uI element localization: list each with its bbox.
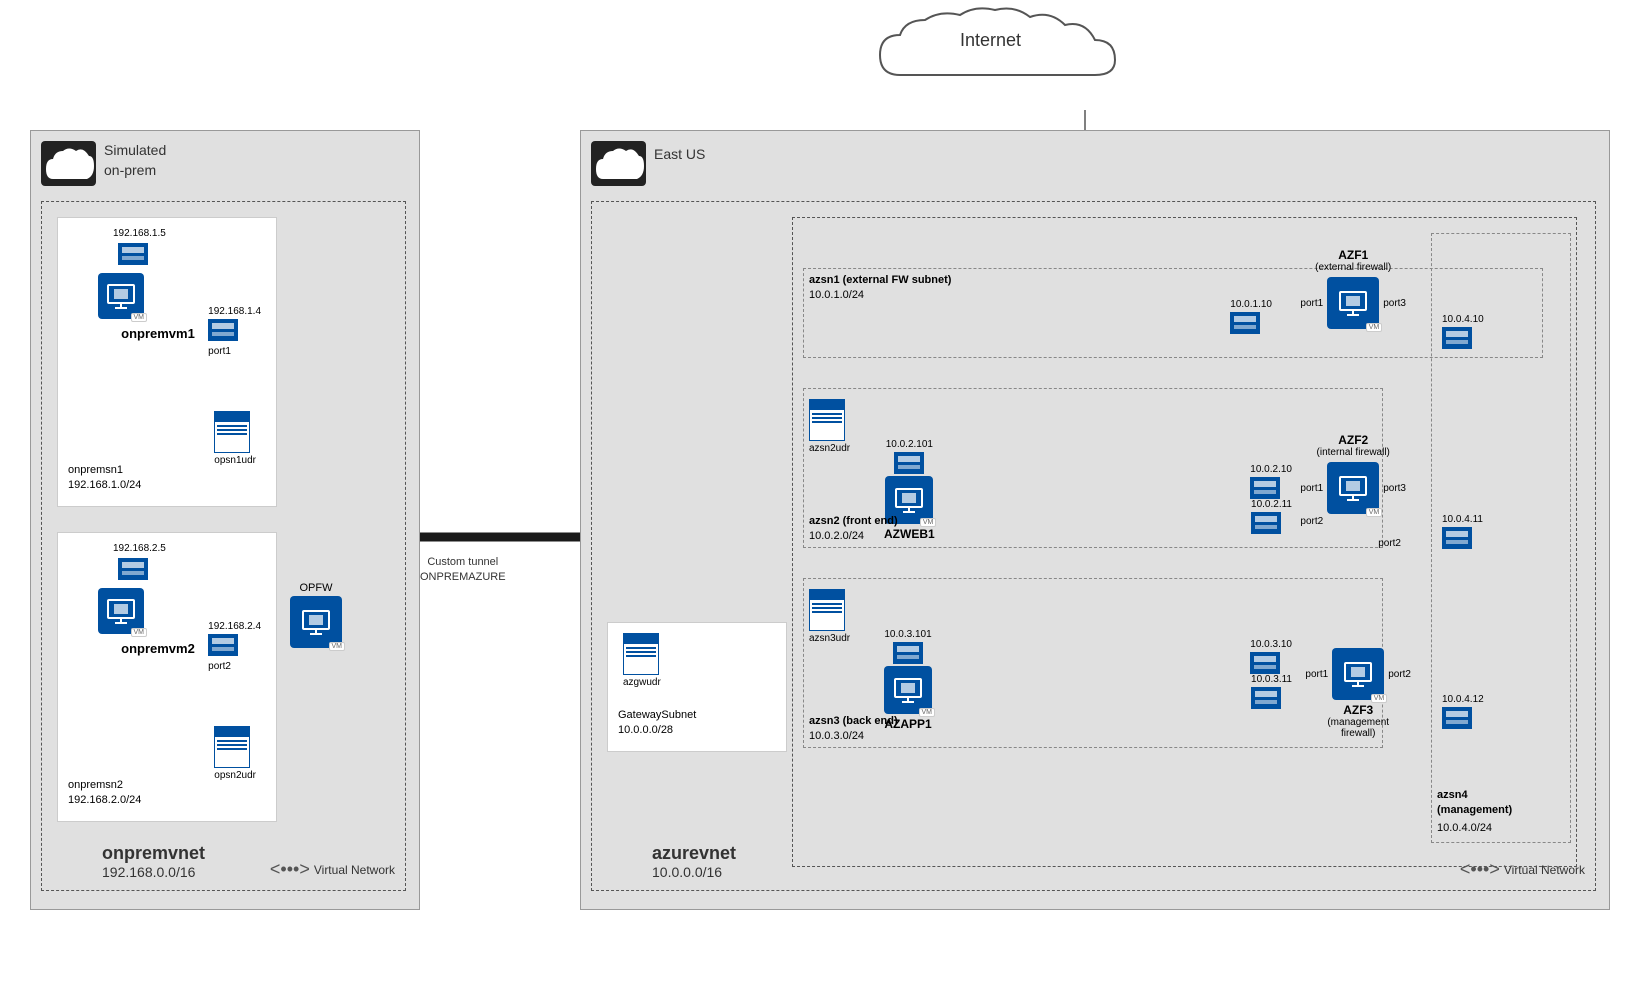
vm2-ip-label: 192.168.2.5 — [113, 543, 166, 554]
onpremsn1-label: onpremsn1 — [68, 464, 123, 476]
opfw-label-above: OPFW VM — [290, 582, 342, 648]
azsn1-cidr: 10.0.1.0/24 — [809, 289, 864, 301]
azf3-area: port1 VM port2 AZF3 — [1305, 648, 1411, 739]
vm1-nic-port1: 192.168.1.4 port1 — [208, 306, 261, 357]
onpremvnet-type: <•••> Virtual Network — [270, 859, 395, 880]
azsn3-name: azsn3 (back end) — [809, 715, 898, 727]
gateway-subnet-name: GatewaySubnet — [618, 709, 696, 721]
gateway-subnet-box: azgwudr GatewaySubnet 10.0.0.0/28 — [607, 622, 787, 752]
onpremvnet-box: onpremvnet 192.168.0.0/16 <•••> Virtual … — [41, 201, 406, 891]
azweb1-label: AZWEB1 — [884, 527, 935, 541]
vm2-top-nic — [118, 558, 148, 583]
azsn2-nic1: 10.0.2.10 — [1250, 464, 1292, 502]
onpremvm2-icon: VM — [98, 588, 144, 634]
internet-label: Internet — [960, 30, 1021, 51]
onpremvnet-name: onpremvnet 192.168.0.0/16 — [102, 843, 205, 880]
azsn2-nic2: 10.0.2.11 — [1251, 499, 1292, 537]
azsn4-nic1: 10.0.4.10 — [1442, 314, 1484, 352]
azf2-area: AZF2 (internal firewall) port1 VM — [1300, 433, 1406, 527]
left-cloud-icon — [41, 141, 96, 189]
onpremsn2-cidr: 192.168.2.0/24 — [68, 794, 141, 806]
azsn3-cidr: 10.0.3.0/24 — [809, 730, 864, 742]
azsn3-nic1: 10.0.3.10 — [1250, 639, 1292, 677]
azurevnet-box: azurevnet 10.0.0.0/16 <•••> Virtual Netw… — [591, 201, 1596, 891]
azsn4-nic3: 10.0.4.12 — [1442, 694, 1484, 732]
azsn4-cidr: 10.0.4.0/24 — [1437, 822, 1492, 834]
azsn4-name: azsn4(management) — [1437, 788, 1512, 817]
diagram-container: Internet Public IP Simulated on-prem onp… — [0, 0, 1639, 1000]
vm2-nic-port2: 192.168.2.4 port2 — [208, 621, 261, 672]
vm1-top-nic — [118, 243, 148, 268]
azsn1-nic: 10.0.1.10 — [1230, 299, 1272, 337]
azf2-port2-label: port2 — [1378, 538, 1401, 549]
left-region: Simulated on-prem onpremvnet 192.168.0.0… — [30, 130, 420, 910]
opsn1udr-icon: opsn1udr — [214, 411, 256, 466]
onpremsn1-cidr: 192.168.1.0/24 — [68, 479, 141, 491]
azsn2udr-icon: azsn2udr — [809, 399, 850, 454]
azsn3-nic2: 10.0.3.11 — [1251, 674, 1292, 712]
azurevnet-name: azurevnet 10.0.0.0/16 — [652, 843, 736, 880]
subnet1-box: 192.168.1.5 — [57, 217, 277, 507]
right-region-label: East US — [654, 141, 705, 162]
tunnel-label: Custom tunnel ONPREMAZURE — [420, 555, 506, 586]
subnet2-box: 192.168.2.5 — [57, 532, 277, 822]
azsn3-area: azsn3udr 10.0.3.101 — [803, 578, 1383, 748]
internet-cloud: Internet — [860, 5, 1200, 115]
left-region-label: Simulated on-prem — [104, 141, 166, 180]
azsn3udr-icon: azsn3udr — [809, 589, 850, 644]
azf1-area: AZF1 (external firewall) port1 VM — [1300, 248, 1406, 329]
vm1-ip-label: 192.168.1.5 — [113, 228, 166, 239]
right-region: East US azurevnet 10.0.0.0/16 <•••> Virt… — [580, 130, 1610, 910]
onpremsn2-label: onpremsn2 — [68, 779, 123, 791]
azsn2-area: azsn2udr 10.0.2.101 — [803, 388, 1383, 548]
azsn4-area: 10.0.4.10 10.0.4.11 — [1431, 233, 1571, 843]
right-cloud-icon — [591, 141, 646, 189]
azsn2-name: azsn2 (front end) — [809, 515, 898, 527]
azsn4-nic2: 10.0.4.11 — [1442, 514, 1483, 552]
right-region-header: East US — [591, 141, 705, 189]
gateway-subnet-cidr: 10.0.0.0/28 — [618, 724, 673, 736]
azgwudr-icon: azgwudr — [623, 633, 661, 688]
opsn2udr-icon: opsn2udr — [214, 726, 256, 781]
azsn1-name: azsn1 (external FW subnet) — [809, 274, 951, 286]
onpremvm1-icon: VM — [98, 273, 144, 319]
az-inner-box: azsn1 (external FW subnet) 10.0.1.0/24 1… — [792, 217, 1577, 867]
azsn2-cidr: 10.0.2.0/24 — [809, 530, 864, 542]
left-region-header: Simulated on-prem — [41, 141, 166, 189]
